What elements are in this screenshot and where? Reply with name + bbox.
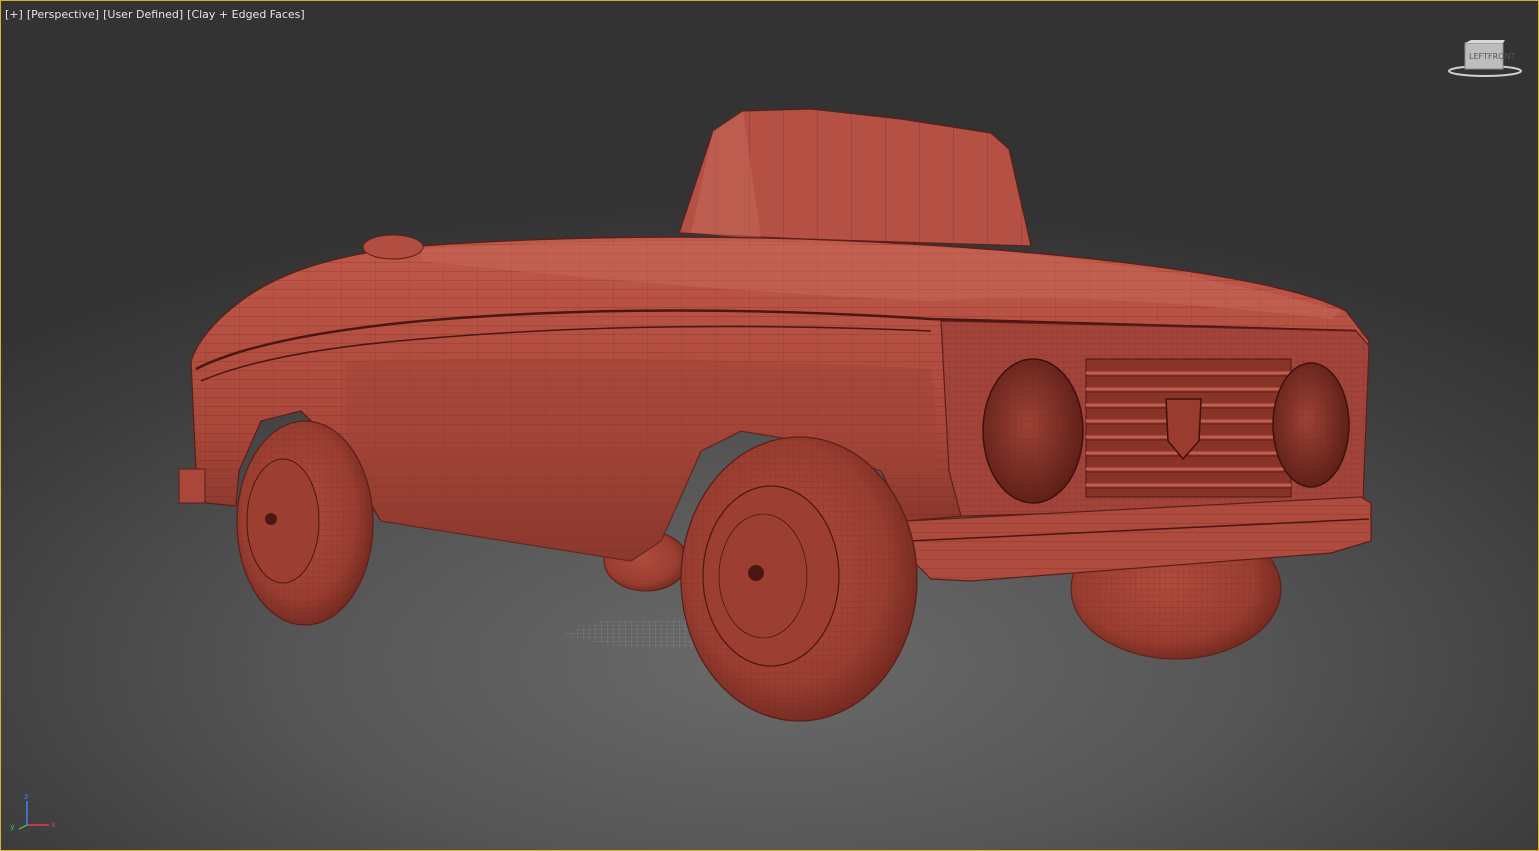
seat-back — [678, 108, 1032, 247]
right-headlight — [1272, 362, 1350, 488]
z-axis-label: z — [24, 793, 28, 801]
left-headlight — [982, 358, 1084, 504]
x-axis-label: x — [51, 820, 56, 829]
viewport-label: [+] [Perspective] [User Defined] [Clay +… — [5, 8, 305, 21]
viewcube-front-face[interactable]: FRONT — [1488, 52, 1515, 61]
axis-tripod: x y z — [10, 793, 56, 831]
perspective-viewport[interactable]: [+] [Perspective] [User Defined] [Clay +… — [0, 0, 1539, 851]
viewport-camera-mode[interactable]: [User Defined] — [103, 8, 183, 21]
y-axis-line — [18, 824, 28, 830]
viewcube[interactable]: LEFT FRONT — [1445, 39, 1525, 79]
viewport-menu-plus[interactable]: [+] — [5, 8, 23, 21]
car-model-scene[interactable] — [1, 1, 1539, 851]
viewport-point-of-view[interactable]: [Perspective] — [27, 8, 99, 21]
front-left-wheel — [680, 436, 918, 722]
rear-left-wheel — [236, 420, 374, 626]
viewcube-left-face[interactable]: LEFT — [1469, 52, 1488, 61]
ground-grid — [561, 619, 701, 649]
front-fascia — [940, 320, 1370, 517]
y-axis-label: y — [10, 822, 15, 831]
viewport-shading-mode[interactable]: [Clay + Edged Faces] — [187, 8, 305, 21]
